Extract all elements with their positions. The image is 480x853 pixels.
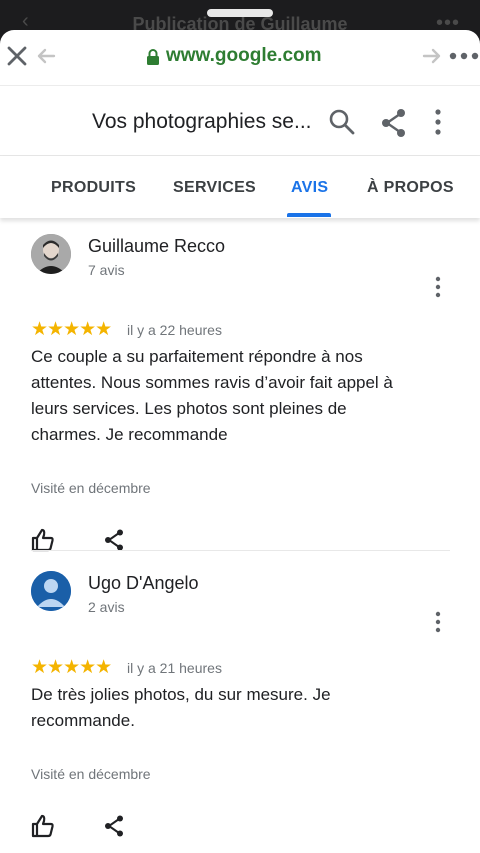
divider	[31, 550, 450, 551]
star-rating: ★★★★★	[31, 657, 112, 678]
active-tab-indicator	[287, 213, 331, 217]
default-user-icon	[31, 571, 71, 611]
more-horizontal-icon[interactable]	[448, 46, 480, 66]
browser-sheet: www.google.com Vos photographies se... P…	[0, 30, 480, 853]
avatar[interactable]	[31, 571, 71, 611]
tab-avis[interactable]: AVIS	[291, 179, 328, 197]
background-app-bar: ‹ Publication de Guillaume •••	[0, 0, 480, 34]
back-arrow-icon[interactable]	[34, 44, 58, 68]
review-text: De très jolies photos, du sur mesure. Je…	[31, 685, 331, 730]
url-text[interactable]: www.google.com	[166, 45, 322, 67]
review-time: il y a 21 heures	[127, 660, 222, 676]
person-photo-icon	[31, 234, 71, 274]
browser-url-bar: www.google.com	[0, 30, 480, 86]
tab-bar: PRODUITS SERVICES AVIS À PROPOS	[0, 156, 480, 218]
more-vertical-icon[interactable]	[428, 275, 448, 299]
review-text: Ce couple a su parfaitement répondre à n…	[31, 347, 393, 444]
thumbs-up-icon[interactable]	[30, 813, 56, 839]
review-card: Guillaume Recco 7 avis ★★★★★ il y a 22 h…	[0, 218, 480, 553]
visit-date: Visité en décembre	[31, 766, 151, 782]
review-card: Ugo D'Angelo 2 avis ★★★★★ il y a 21 heur…	[0, 553, 480, 853]
review-time: il y a 22 heures	[127, 322, 222, 338]
tab-produits[interactable]: PRODUITS	[51, 179, 136, 197]
tab-services[interactable]: SERVICES	[173, 179, 256, 197]
page-header: Vos photographies se...	[0, 86, 480, 156]
reviewer-name[interactable]: Ugo D'Angelo	[88, 573, 199, 594]
lock-icon	[147, 49, 159, 65]
forward-arrow-icon[interactable]	[420, 44, 444, 68]
more-vertical-icon[interactable]	[428, 610, 448, 634]
share-icon[interactable]	[103, 814, 125, 838]
share-icon[interactable]	[380, 108, 408, 138]
page-title: Vos photographies se...	[92, 110, 312, 133]
visit-date: Visité en décembre	[31, 480, 151, 496]
avatar[interactable]	[31, 234, 71, 274]
search-icon[interactable]	[328, 108, 356, 136]
share-icon[interactable]	[103, 528, 125, 552]
review-count: 7 avis	[88, 262, 125, 278]
sheet-drag-handle[interactable]	[207, 9, 273, 17]
tab-a-propos[interactable]: À PROPOS	[367, 179, 454, 197]
close-icon[interactable]	[4, 43, 30, 69]
more-vertical-icon[interactable]	[428, 108, 448, 136]
reviewer-name[interactable]: Guillaume Recco	[88, 236, 225, 257]
star-rating: ★★★★★	[31, 319, 112, 340]
review-count: 2 avis	[88, 599, 125, 615]
